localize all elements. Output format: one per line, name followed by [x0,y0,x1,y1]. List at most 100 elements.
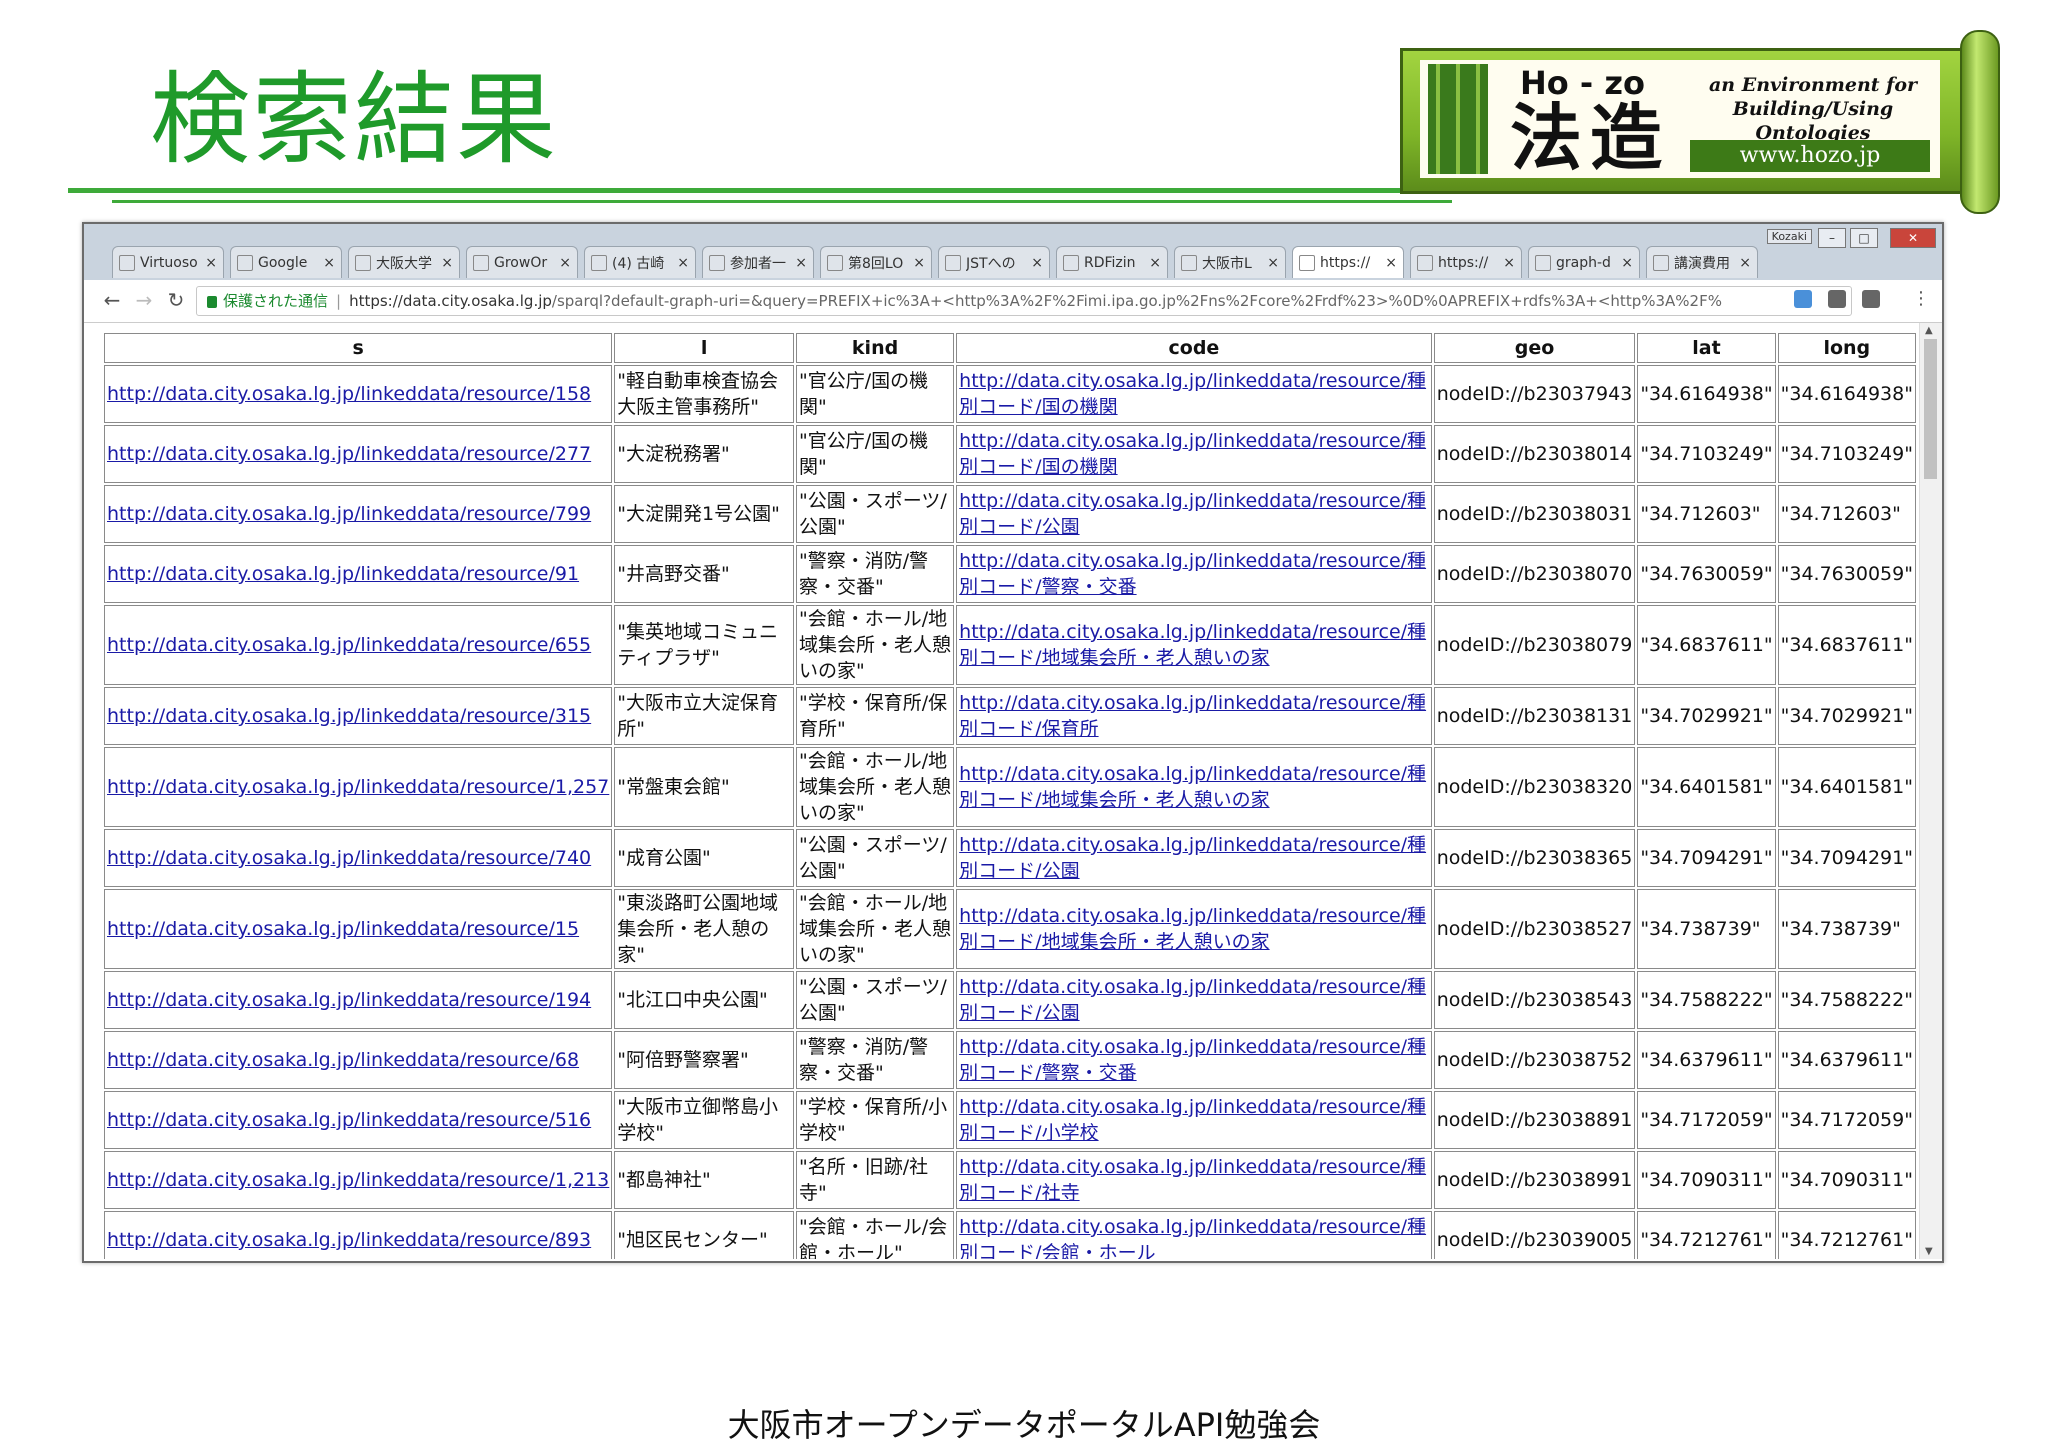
column-header-s: s [104,333,613,363]
code-link[interactable]: http://data.city.osaka.lg.jp/linkeddata/… [959,1216,1426,1259]
resource-link[interactable]: http://data.city.osaka.lg.jp/linkeddata/… [107,1049,579,1071]
scroll-thumb[interactable] [1924,339,1937,479]
code-link[interactable]: http://data.city.osaka.lg.jp/linkeddata/… [959,905,1426,953]
minimize-button[interactable]: – [1818,228,1846,248]
address-bar[interactable]: 保護された通信 | https://data.city.osaka.lg.jp/sp… [196,286,1852,316]
cell-text: "34.7212761" [1780,1229,1913,1251]
cell-code: http://data.city.osaka.lg.jp/linkeddata/… [956,687,1432,745]
resource-link[interactable]: http://data.city.osaka.lg.jp/linkeddata/… [107,776,609,798]
cell-s: http://data.city.osaka.lg.jp/linkeddata/… [104,545,613,603]
scroll-down-icon[interactable]: ▼ [1925,1246,1933,1257]
code-link[interactable]: http://data.city.osaka.lg.jp/linkeddata/… [959,1156,1426,1204]
forward-icon[interactable]: → [132,288,156,312]
extension-icon[interactable] [1862,290,1880,308]
tab-close-icon[interactable]: × [1267,255,1279,271]
cell-geo: nodeID://b23038079 [1433,605,1636,685]
user-badge[interactable]: Kozaki [1766,229,1812,244]
tab-close-icon[interactable]: × [1149,255,1161,271]
tab-close-icon[interactable]: × [205,255,217,271]
code-link[interactable]: http://data.city.osaka.lg.jp/linkeddata/… [959,1096,1426,1144]
browser-tab[interactable]: https:// × [1410,246,1522,278]
browser-tab[interactable]: 大阪大学 × [348,246,460,278]
cell-text: "軽自動車検査協会大阪主管事務所" [617,370,779,418]
code-link[interactable]: http://data.city.osaka.lg.jp/linkeddata/… [959,550,1426,598]
cell-code: http://data.city.osaka.lg.jp/linkeddata/… [956,1031,1432,1089]
resource-link[interactable]: http://data.city.osaka.lg.jp/linkeddata/… [107,847,591,869]
cell-geo: nodeID://b23038365 [1433,829,1636,887]
tab-close-icon[interactable]: × [1621,255,1633,271]
tab-close-icon[interactable]: × [441,255,453,271]
resource-link[interactable]: http://data.city.osaka.lg.jp/linkeddata/… [107,1169,609,1191]
browser-tab[interactable]: https:// × [1292,246,1404,278]
resource-link[interactable]: http://data.city.osaka.lg.jp/linkeddata/… [107,503,591,525]
resource-link[interactable]: http://data.city.osaka.lg.jp/linkeddata/… [107,634,591,656]
browser-tab[interactable]: 第8回LO × [820,246,932,278]
table-row: http://data.city.osaka.lg.jp/linkeddata/… [104,971,1916,1029]
cell-geo: nodeID://b23038891 [1433,1091,1636,1149]
resource-link[interactable]: http://data.city.osaka.lg.jp/linkeddata/… [107,383,591,405]
tab-label: 大阪大学 [376,255,432,272]
browser-tab[interactable]: 参加者一 × [702,246,814,278]
tab-close-icon[interactable]: × [677,255,689,271]
browser-tab[interactable]: GrowOr × [466,246,578,278]
reload-icon[interactable]: ↻ [164,288,188,312]
browser-tab[interactable]: graph-d × [1528,246,1640,278]
logo-url: www.hozo.jp [1690,140,1930,172]
code-link[interactable]: http://data.city.osaka.lg.jp/linkeddata/… [959,834,1426,882]
site-icon [355,254,371,271]
resource-link[interactable]: http://data.city.osaka.lg.jp/linkeddata/… [107,989,591,1011]
tab-close-icon[interactable]: × [323,255,335,271]
maximize-button[interactable]: □ [1850,228,1878,248]
browser-tab[interactable]: JSTへの × [938,246,1050,278]
resource-link[interactable]: http://data.city.osaka.lg.jp/linkeddata/… [107,443,591,465]
tab-close-icon[interactable]: × [1503,255,1515,271]
vertical-scrollbar[interactable]: ▲ ▼ [1919,323,1942,1259]
menu-icon[interactable]: ⋮ [1912,288,1930,309]
code-link[interactable]: http://data.city.osaka.lg.jp/linkeddata/… [959,1036,1426,1084]
cell-lat: "34.6379611" [1637,1031,1776,1089]
cell-text: "警察・消防/警察・交番" [798,1036,929,1084]
cell-text: "大阪市立大淀保育所" [617,692,779,740]
browser-tab[interactable]: 講演費用 × [1646,246,1758,278]
close-window-button[interactable]: ✕ [1890,228,1936,248]
table-body: http://data.city.osaka.lg.jp/linkeddata/… [104,365,1916,1259]
resource-link[interactable]: http://data.city.osaka.lg.jp/linkeddata/… [107,1109,591,1131]
code-link[interactable]: http://data.city.osaka.lg.jp/linkeddata/… [959,430,1426,478]
resource-link[interactable]: http://data.city.osaka.lg.jp/linkeddata/… [107,563,579,585]
browser-tab[interactable]: (4) 古崎 × [584,246,696,278]
cell-kind: "会館・ホール/地域集会所・老人憩いの家" [795,605,955,685]
code-link[interactable]: http://data.city.osaka.lg.jp/linkeddata/… [959,370,1426,418]
header-rule-bottom [112,200,1452,203]
extension-icon[interactable] [1828,290,1846,308]
tab-close-icon[interactable]: × [559,255,571,271]
cell-lat: "34.7212761" [1637,1211,1776,1259]
resource-link[interactable]: http://data.city.osaka.lg.jp/linkeddata/… [107,705,591,727]
resource-link[interactable]: http://data.city.osaka.lg.jp/linkeddata/… [107,1229,591,1251]
code-link[interactable]: http://data.city.osaka.lg.jp/linkeddata/… [959,621,1426,669]
extension-icon[interactable] [1794,290,1812,308]
cell-text: "34.7588222" [1640,989,1773,1011]
cell-text: nodeID://b23038527 [1436,918,1633,940]
page-icon [1417,254,1433,271]
browser-tab[interactable]: Virtuoso × [112,246,224,278]
tab-close-icon[interactable]: × [795,255,807,271]
browser-tab[interactable]: 大阪市L × [1174,246,1286,278]
cell-lat: "34.712603" [1637,485,1776,543]
resource-link[interactable]: http://data.city.osaka.lg.jp/linkeddata/… [107,918,579,940]
cell-code: http://data.city.osaka.lg.jp/linkeddata/… [956,1151,1432,1209]
tab-close-icon[interactable]: × [1385,255,1397,271]
cell-lat: "34.7094291" [1637,829,1776,887]
tab-close-icon[interactable]: × [1031,255,1043,271]
code-link[interactable]: http://data.city.osaka.lg.jp/linkeddata/… [959,763,1426,811]
tab-close-icon[interactable]: × [913,255,925,271]
cell-l: "大淀開発1号公園" [614,485,794,543]
tab-close-icon[interactable]: × [1739,255,1751,271]
back-icon[interactable]: ← [100,288,124,312]
code-link[interactable]: http://data.city.osaka.lg.jp/linkeddata/… [959,692,1426,740]
browser-tab[interactable]: Google × [230,246,342,278]
code-link[interactable]: http://data.city.osaka.lg.jp/linkeddata/… [959,490,1426,538]
browser-tab[interactable]: RDFizin × [1056,246,1168,278]
scroll-up-icon[interactable]: ▲ [1925,325,1933,336]
tab-label: 大阪市L [1202,255,1252,272]
code-link[interactable]: http://data.city.osaka.lg.jp/linkeddata/… [959,976,1426,1024]
